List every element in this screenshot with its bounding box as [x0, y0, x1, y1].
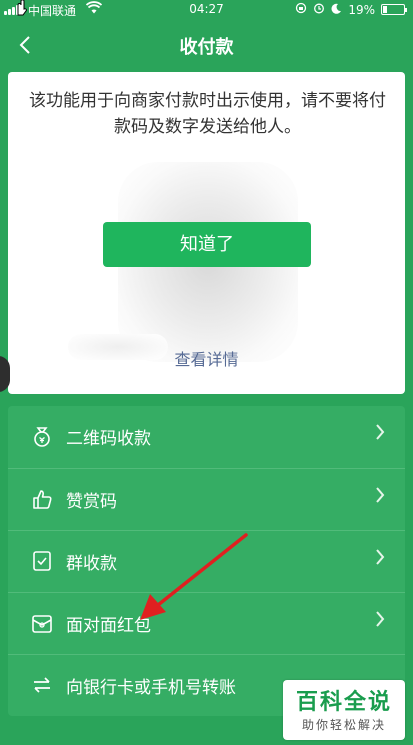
battery-fill	[383, 6, 387, 13]
view-details-link[interactable]: 查看详情	[8, 346, 405, 370]
watermark-title: 百科全说	[295, 690, 392, 715]
chevron-right-icon	[375, 609, 385, 633]
payment-menu: 二维码收款 赞赏码 群收款 面对面红包 向银行卡或手机号转账	[8, 406, 405, 716]
group-collect-icon	[30, 549, 54, 573]
security-notice: 该功能用于向商家付款时出示使用，请不要将付款码及数字发送给他人。	[29, 91, 386, 137]
battery-icon	[381, 4, 407, 15]
menu-item-qr-collect[interactable]: 二维码收款	[8, 406, 405, 468]
thumbs-up-icon	[30, 487, 54, 511]
alarm-icon	[313, 2, 325, 17]
nav-bar: 收付款	[0, 20, 413, 70]
chevron-right-icon	[375, 422, 385, 446]
payment-code-card: 该功能用于向商家付款时出示使用，请不要将付款码及数字发送给他人。 知道了 查看详…	[8, 72, 405, 394]
menu-item-label: 二维码收款	[66, 429, 151, 449]
menu-item-reward-code[interactable]: 赞赏码	[8, 468, 405, 530]
menu-item-group-collect[interactable]: 群收款	[8, 530, 405, 592]
watermark-subtitle: 助你轻松解决	[301, 718, 386, 732]
money-bag-icon	[30, 424, 54, 448]
menu-item-label: 面对面红包	[66, 616, 151, 636]
chevron-right-icon	[375, 485, 385, 509]
status-bar: 中国联通 04:27 19%	[0, 0, 413, 20]
page-title: 收付款	[179, 37, 234, 58]
menu-item-label: 赞赏码	[66, 492, 117, 512]
battery-percent: 19%	[348, 2, 375, 17]
rotation-lock-icon	[295, 2, 307, 17]
transfer-arrows-icon	[30, 673, 54, 697]
menu-item-label: 向银行卡或手机号转账	[66, 678, 236, 698]
menu-item-label: 群收款	[66, 554, 117, 574]
chevron-right-icon	[375, 547, 385, 571]
watermark-logo: 百科全说 助你轻松解决	[283, 680, 405, 740]
red-packet-icon	[30, 611, 54, 635]
moon-icon	[331, 3, 342, 17]
got-it-button[interactable]: 知道了	[103, 222, 311, 267]
pointer-cursor-icon	[14, 0, 28, 20]
menu-item-face-to-face-red-packet[interactable]: 面对面红包	[8, 592, 405, 654]
status-right: 19%	[295, 2, 407, 17]
